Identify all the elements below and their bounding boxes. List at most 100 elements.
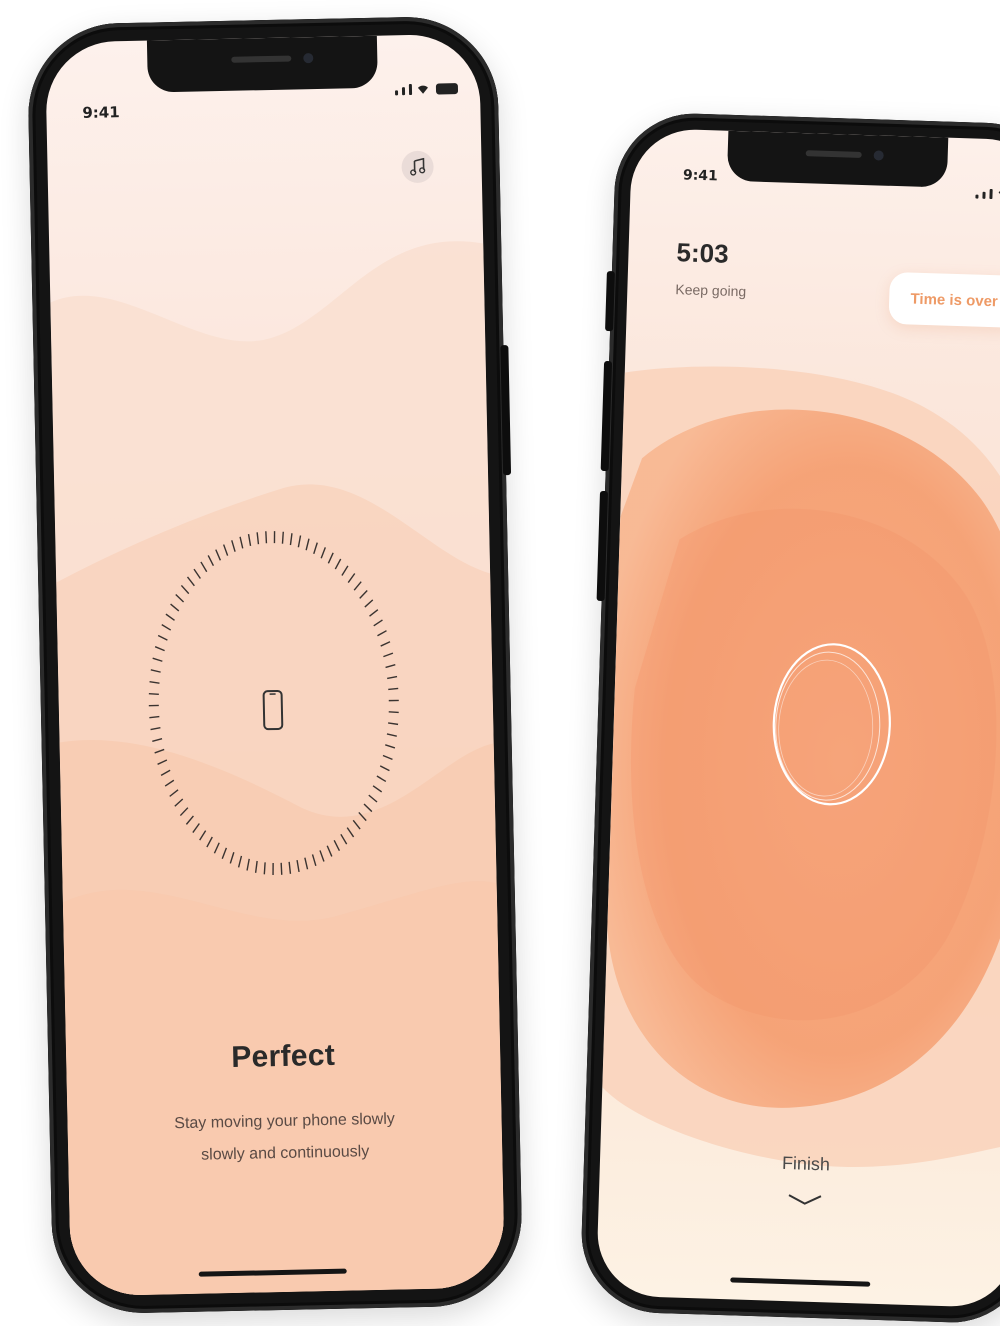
dial-tick [386, 733, 397, 737]
dial-tick [247, 534, 252, 547]
left-phone-screen: 9:41 Perfect Stay moving your phone slow… [44, 33, 506, 1297]
dial-tick [207, 555, 215, 567]
dial-tick [353, 581, 362, 591]
dial-tick [289, 533, 293, 546]
dial-tick [305, 538, 310, 551]
dial-tick [152, 737, 163, 743]
dial-tick [174, 798, 184, 807]
wifi-icon [998, 190, 1000, 199]
dial-tick [231, 540, 236, 552]
dial-tick [175, 594, 185, 603]
dial-tick [246, 858, 250, 871]
dial-tick [313, 542, 318, 555]
dial-tick [388, 722, 399, 726]
dial-tick [385, 744, 396, 749]
left-phone-camera [303, 53, 314, 64]
finish-label[interactable]: Finish [782, 1153, 831, 1175]
phone-outline-icon [262, 689, 284, 731]
dial-tick [150, 669, 161, 673]
dial-tick [200, 561, 208, 573]
dial-tick [221, 847, 228, 859]
dial-tick [160, 769, 171, 776]
dial-tick [319, 850, 325, 862]
dial-tick [346, 827, 355, 838]
chevron-down-icon[interactable] [785, 1191, 825, 1208]
dial-tick [352, 819, 361, 830]
left-phone-speaker [231, 55, 292, 63]
right-phone-mute-switch [605, 270, 615, 332]
signal-icon-bar3 [408, 84, 413, 96]
dial-tick [273, 531, 276, 544]
dial-tick [213, 842, 220, 854]
dial-tick [334, 558, 342, 570]
right-phone-volume-down [596, 490, 609, 602]
dial-tick [387, 675, 398, 680]
dial-tick [359, 590, 368, 599]
signal-icon-bar2 [982, 191, 986, 199]
right-status-icons [975, 187, 1000, 201]
dial-tick [237, 855, 243, 868]
dial-tick [304, 857, 309, 870]
right-phone-notch [726, 130, 949, 188]
dial-tick [152, 657, 163, 662]
dial-tick [347, 573, 356, 583]
signal-icon-bar2 [401, 87, 406, 96]
dial-tick [157, 759, 168, 765]
dial-tick [297, 535, 302, 548]
dial-tick [149, 681, 160, 684]
signal-icon-bar3 [989, 188, 993, 200]
right-phone-screen: 9:41 5:03 Keep going Time is over Finish [595, 127, 1000, 1309]
dial-tick [369, 609, 379, 617]
dial-tick [311, 854, 317, 866]
dial-tick [192, 823, 200, 833]
dial-tick [186, 576, 195, 587]
right-phone-volume-up [600, 360, 613, 472]
dial-tick [222, 544, 229, 556]
dial-tick [272, 862, 274, 875]
dial-tick [193, 568, 201, 579]
dial-tick [358, 811, 367, 822]
dial-tick [154, 646, 165, 652]
time-is-over-button[interactable]: Time is over [888, 271, 1000, 328]
dial-tick [229, 852, 235, 864]
dial-tick [373, 619, 383, 627]
dial-tick [148, 692, 159, 695]
dial-tick [296, 860, 300, 873]
left-status-time: 9:41 [82, 103, 120, 122]
dial-tick [179, 807, 189, 817]
dial-tick [327, 552, 334, 564]
battery-icon [435, 83, 459, 95]
dial-tick [169, 789, 179, 797]
timer-caption: Keep going [675, 281, 747, 300]
dial-tick [280, 862, 283, 875]
dial-tick [288, 861, 292, 874]
timer-value: 5:03 [676, 237, 730, 269]
music-note-icon [410, 157, 426, 176]
dial-tick [164, 779, 175, 787]
dial-tick [333, 840, 341, 851]
dial-tick [180, 584, 190, 595]
dial-tick [157, 634, 168, 641]
dial-tick [281, 531, 284, 544]
dial-tick [382, 754, 393, 761]
dial-tick [376, 775, 387, 783]
dial-tick [150, 726, 161, 731]
dial-tick [256, 532, 260, 545]
dial-tick [263, 862, 266, 875]
dial-tick [165, 613, 175, 621]
dial-tick [341, 565, 349, 576]
dial-tick [170, 603, 180, 612]
dial-tick [215, 549, 222, 561]
dial-tick [364, 599, 374, 608]
dial-tick [385, 664, 396, 669]
left-phone-notch [146, 35, 378, 93]
wifi-icon [417, 85, 428, 94]
dial-tick [185, 815, 194, 825]
dial-tick [388, 711, 399, 714]
dial-tick [239, 536, 244, 549]
right-phone-camera [873, 150, 884, 161]
right-phone-frame: 9:41 5:03 Keep going Time is over Finish [579, 111, 1000, 1325]
left-phone-side-button [500, 345, 512, 476]
dial-tick [377, 630, 387, 637]
right-phone-speaker [805, 150, 862, 158]
